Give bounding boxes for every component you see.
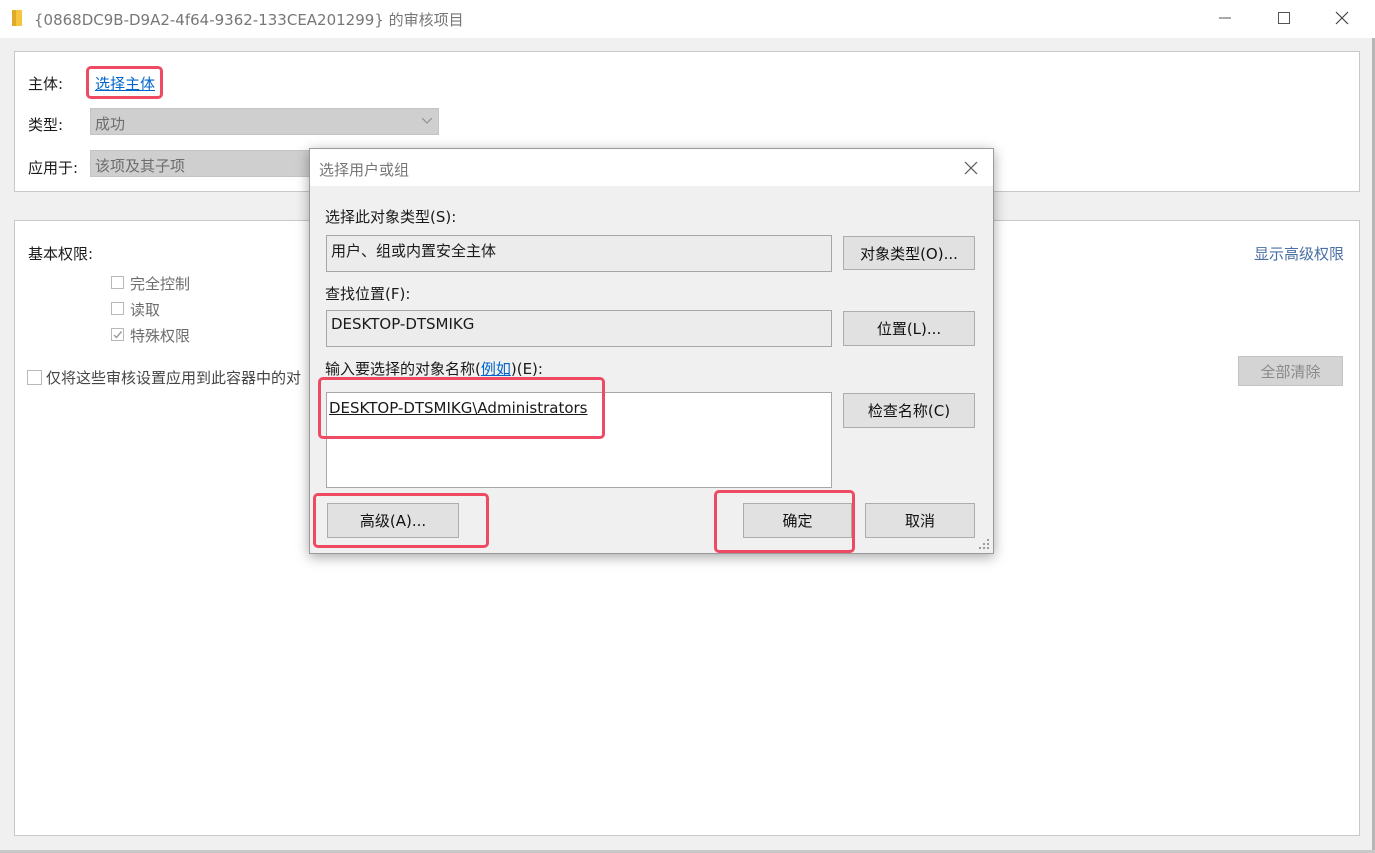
minimize-button[interactable]	[1202, 0, 1248, 36]
location-value: DESKTOP-DTSMIKG	[331, 315, 475, 333]
examples-link[interactable]: 例如	[481, 360, 511, 378]
highlight-box-ok	[714, 490, 855, 553]
dialog-title: 选择用户或组	[319, 161, 410, 179]
enter-names-label: 输入要选择的对象名称(例如)(E):	[325, 358, 543, 379]
checkmark-icon	[113, 331, 123, 339]
maximize-button[interactable]	[1261, 0, 1307, 36]
full-control-checkbox[interactable]	[111, 276, 124, 289]
minimize-icon	[1219, 17, 1231, 19]
close-button[interactable]	[1319, 0, 1365, 36]
window-titlebar: {0868DC9B-D9A2-4f64-9362-133CEA201299} 的…	[0, 0, 1375, 38]
highlight-box-principal	[86, 66, 163, 99]
enter-names-label-post: )(E):	[510, 360, 543, 378]
read-checkbox[interactable]	[111, 302, 124, 315]
highlight-box-object-name	[318, 377, 605, 439]
read-label: 读取	[130, 301, 161, 319]
object-type-value: 用户、组或内置安全主体	[331, 242, 497, 260]
object-type-label: 选择此对象类型(S):	[325, 208, 457, 226]
principal-label: 主体:	[28, 75, 64, 93]
location-field: DESKTOP-DTSMIKG	[326, 310, 832, 347]
type-select[interactable]: 成功	[90, 108, 439, 135]
close-icon	[964, 161, 978, 175]
highlight-box-advanced	[313, 493, 489, 548]
folder-icon	[12, 10, 22, 26]
object-types-button[interactable]: 对象类型(O)...	[843, 236, 975, 270]
maximize-icon	[1278, 12, 1290, 24]
type-value: 成功	[95, 115, 126, 133]
close-icon	[1335, 11, 1349, 25]
enter-names-label-pre: 输入要选择的对象名称(	[325, 360, 481, 378]
basic-permissions-label: 基本权限:	[28, 245, 94, 263]
special-permissions-checkbox[interactable]	[111, 328, 124, 341]
check-names-button[interactable]: 检查名称(C)	[843, 393, 975, 428]
locations-button[interactable]: 位置(L)...	[843, 311, 975, 346]
location-label: 查找位置(F):	[325, 285, 411, 303]
apply-only-checkbox[interactable]	[27, 370, 42, 385]
window-title: {0868DC9B-D9A2-4f64-9362-133CEA201299} 的…	[34, 11, 464, 29]
cancel-button[interactable]: 取消	[865, 503, 975, 538]
chevron-down-icon	[422, 118, 432, 124]
applies-to-label: 应用于:	[28, 159, 79, 177]
show-advanced-permissions-link[interactable]: 显示高级权限	[1254, 243, 1344, 264]
dialog-titlebar: 选择用户或组	[310, 149, 993, 186]
apply-only-label: 仅将这些审核设置应用到此容器中的对	[46, 369, 302, 387]
special-permissions-label: 特殊权限	[130, 327, 191, 345]
applies-to-select[interactable]: 该项及其子项	[90, 150, 320, 177]
full-control-label: 完全控制	[130, 275, 191, 293]
dialog-close-button[interactable]	[956, 155, 986, 181]
object-type-field: 用户、组或内置安全主体	[326, 235, 832, 272]
clear-all-button[interactable]: 全部清除	[1238, 356, 1343, 386]
type-label: 类型:	[28, 116, 64, 134]
applies-to-value: 该项及其子项	[95, 157, 186, 175]
resize-grip-icon[interactable]	[978, 538, 990, 550]
